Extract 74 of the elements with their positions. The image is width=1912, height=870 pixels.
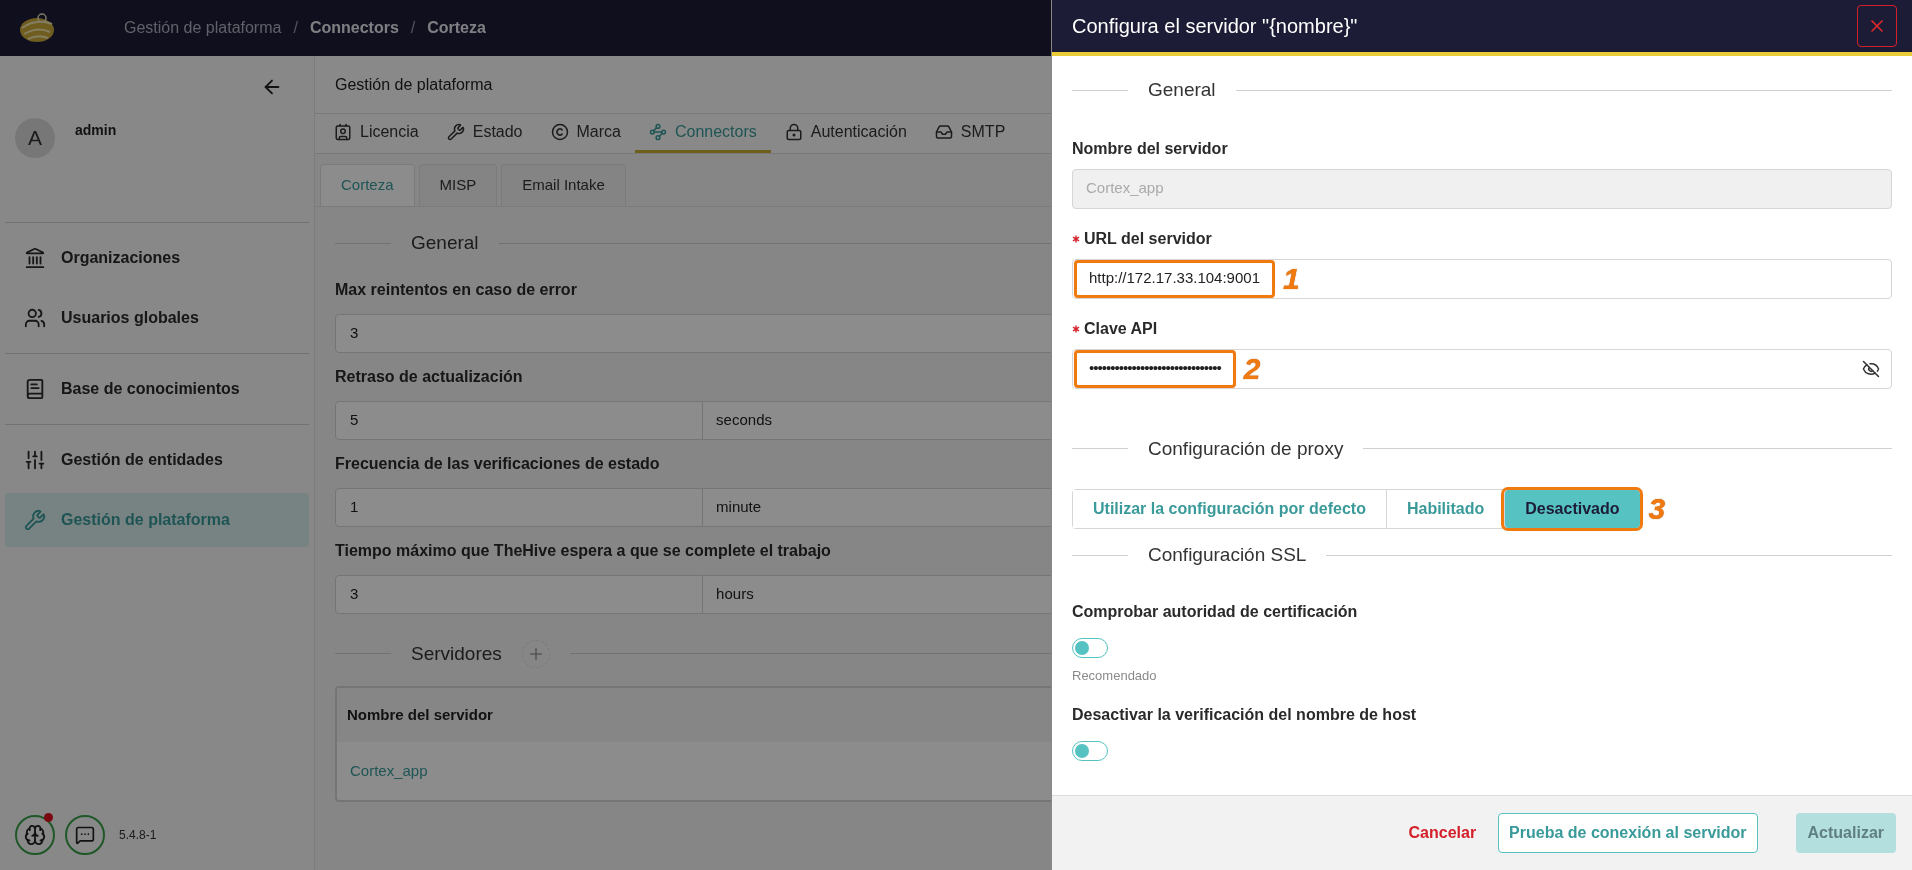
connector-tab[interactable]: Email Intake: [501, 164, 626, 206]
sidebar-item[interactable]: Usuarios globales: [5, 291, 309, 345]
number-field[interactable]: 3: [335, 313, 1051, 353]
network-icon: [648, 123, 667, 141]
section-heading: General: [1148, 78, 1216, 102]
drawer-title: Configura el servidor "{nombre}": [1072, 14, 1358, 39]
brain-icon: [24, 824, 46, 846]
sidebar-item[interactable]: Base de conocimientos: [5, 362, 309, 416]
copyright-icon: [550, 123, 569, 141]
field-label: Tiempo máximo que TheHive espera a que se complete el trabajo: [335, 540, 832, 561]
settings-tab[interactable]: SMTP: [920, 114, 1020, 153]
lock-icon: [784, 123, 803, 141]
field-label: Nombre del servidor: [1072, 138, 1228, 159]
connector-tab[interactable]: MISP: [418, 164, 498, 206]
field-label: Clave API: [1084, 318, 1158, 339]
number-field[interactable]: 3: [335, 574, 704, 614]
breadcrumb-link[interactable]: Connectors: [309, 16, 399, 40]
password-field[interactable]: ••••••••••••••••••••••••••••••• 2: [1072, 348, 1892, 389]
section-heading: Configuración SSL: [1148, 543, 1307, 567]
toggle-label: Desactivar la verificación del nombre de host: [1072, 705, 1417, 725]
toggle-hint: Recomendado: [1072, 666, 1157, 685]
sliders-icon: [24, 449, 46, 471]
book-icon: [24, 378, 46, 400]
required-icon: [1072, 234, 1080, 243]
server-link[interactable]: Cortex_app: [350, 759, 428, 783]
sidebar-item[interactable]: Organizaciones: [5, 231, 309, 285]
callout-number: 3: [1648, 494, 1666, 524]
text-field[interactable]: http://172.17.33.104:9001 1: [1072, 258, 1892, 299]
settings-tab[interactable]: Estado: [432, 114, 537, 153]
version-label: 5.4.8-1: [119, 827, 157, 844]
unit-select[interactable]: seconds: [703, 400, 1051, 440]
toggle-label: Comprobar autoridad de certificación: [1072, 601, 1358, 622]
settings-tab[interactable]: Autenticación: [770, 114, 921, 153]
hide-password-icon[interactable]: [1862, 359, 1880, 378]
users-icon: [24, 307, 46, 329]
connector-tab[interactable]: Corteza: [320, 164, 415, 206]
unit-select[interactable]: hours: [703, 574, 1051, 614]
number-field[interactable]: 5: [335, 400, 704, 440]
breadcrumb-current: Corteza: [427, 18, 486, 38]
field-label: Max reintentos en caso de error: [335, 279, 578, 300]
settings-tab[interactable]: Licencia: [320, 114, 433, 153]
callout-number: 1: [1283, 263, 1300, 294]
field-label: Retraso de actualización: [335, 366, 524, 387]
toggle-switch[interactable]: [1072, 637, 1108, 658]
section-heading: General: [411, 231, 479, 255]
bank-icon: [24, 247, 46, 269]
breadcrumb-separator: /: [293, 18, 298, 38]
column-header: Nombre del servidor: [347, 704, 493, 725]
section-heading: Servidores: [411, 641, 502, 666]
chat-icon: [75, 825, 95, 845]
chat-button[interactable]: [65, 815, 105, 855]
user-name: admin: [75, 121, 117, 140]
tools-icon: [446, 123, 465, 141]
cancel-button[interactable]: Cancelar: [1406, 813, 1479, 853]
breadcrumb-separator: /: [410, 18, 416, 38]
close-button[interactable]: [1857, 5, 1897, 47]
sidebar-item[interactable]: Gestión de entidades: [5, 433, 309, 487]
breadcrumb-link[interactable]: Gestión de plataforma: [124, 16, 282, 40]
tools-icon: [24, 509, 46, 531]
field-label: Frecuencia de las verificaciones de estado: [335, 453, 661, 474]
user-avatar: A: [15, 118, 55, 158]
page-title: Gestión de plataforma: [335, 74, 493, 95]
required-icon: [1072, 324, 1080, 333]
id-card-icon: [334, 123, 352, 141]
number-field[interactable]: 1: [335, 487, 704, 527]
toggle-switch[interactable]: [1072, 741, 1108, 761]
callout-number: 2: [1243, 353, 1261, 384]
settings-tab[interactable]: Marca: [536, 114, 635, 153]
field-label: URL del servidor: [1084, 228, 1212, 249]
test-connection-button[interactable]: Prueba de conexión al servidor: [1498, 813, 1758, 853]
unit-select[interactable]: minute: [703, 487, 1051, 527]
section-heading: Configuración de proxy: [1148, 436, 1344, 461]
inbox-icon: [934, 123, 953, 141]
proxy-option[interactable]: Desactivado: [1504, 490, 1640, 528]
